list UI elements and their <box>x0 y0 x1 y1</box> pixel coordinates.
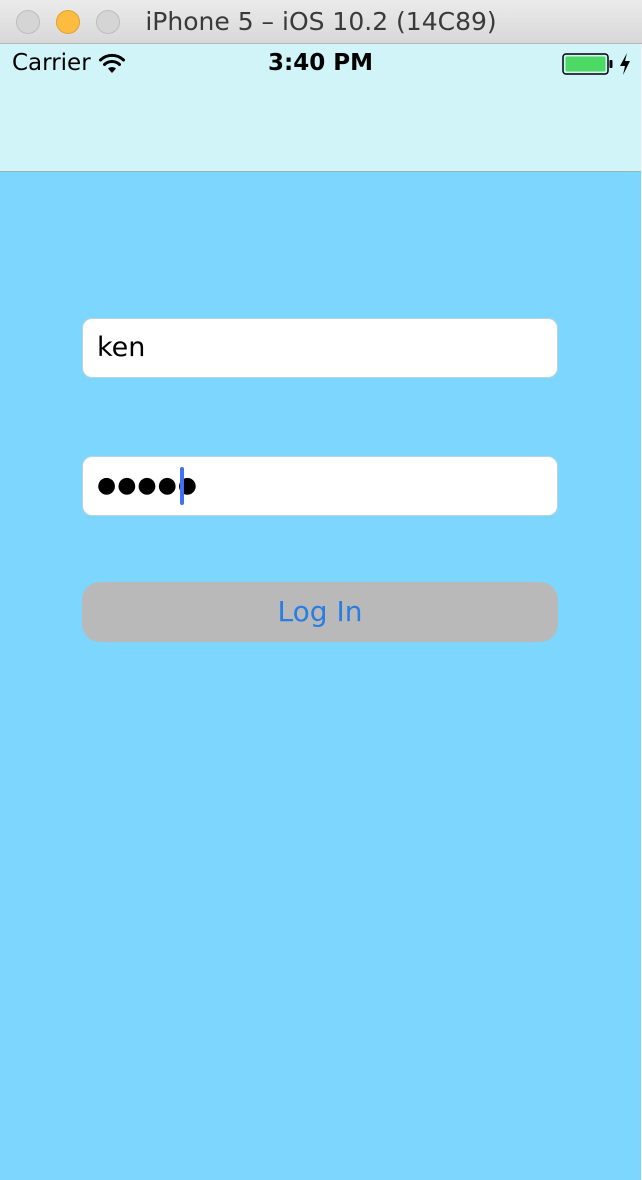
charging-bolt-icon <box>620 53 630 75</box>
minimize-window-button[interactable] <box>56 10 80 34</box>
username-value: ken <box>97 332 146 363</box>
simulator-window: iPhone 5 – iOS 10.2 (14C89) Carrier 3:40… <box>0 0 642 1180</box>
password-field[interactable]: ●●●●● <box>82 456 558 516</box>
window-title-bar: iPhone 5 – iOS 10.2 (14C89) <box>0 0 642 44</box>
status-time: 3:40 PM <box>268 50 373 76</box>
login-button[interactable]: Log In <box>82 582 558 642</box>
navigation-bar: Carrier 3:40 PM <box>0 44 641 172</box>
zoom-window-button[interactable] <box>96 10 120 34</box>
username-field[interactable]: ken <box>82 318 558 378</box>
device-screen: Carrier 3:40 PM ken ●●●●● Log In <box>0 44 641 1180</box>
close-window-button[interactable] <box>16 10 40 34</box>
text-cursor <box>180 467 184 505</box>
battery-full-icon <box>562 53 613 75</box>
status-bar: Carrier 3:40 PM <box>0 44 641 84</box>
window-title: iPhone 5 – iOS 10.2 (14C89) <box>145 7 497 36</box>
